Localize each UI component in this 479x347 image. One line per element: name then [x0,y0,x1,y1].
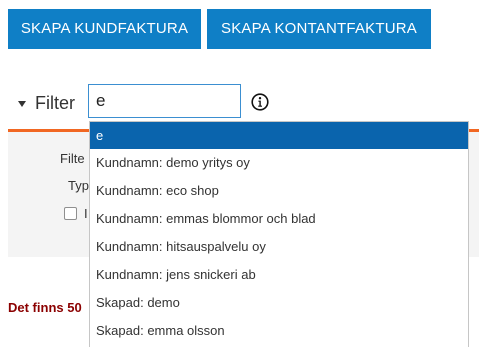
filter-search-input[interactable] [88,84,241,118]
autocomplete-item[interactable]: Kundnamn: jens snickeri ab [90,261,468,289]
autocomplete-item[interactable]: Skapad: demo [90,289,468,317]
autocomplete-item[interactable]: Kundnamn: eco shop [90,177,468,205]
filter-field-label: Filte [60,151,85,166]
info-circle-icon[interactable] [251,93,269,111]
autocomplete-item[interactable]: Kundnamn: demo yritys oy [90,149,468,177]
autocomplete-item[interactable]: Kundnamn: emmas blommor och blad [90,205,468,233]
autocomplete-item[interactable]: Skapad: emma olsson [90,317,468,345]
autocomplete-item[interactable]: e [90,122,468,149]
filter-checkbox[interactable] [64,207,77,220]
result-count: Det finns 50 [8,300,82,315]
create-cash-invoice-button[interactable]: SKAPA KONTANTFAKTURA [207,9,431,49]
autocomplete-dropdown: e Kundnamn: demo yritys oy Kundnamn: eco… [89,121,469,347]
autocomplete-item[interactable]: Kundnamn: hitsauspalvelu oy [90,233,468,261]
filter-toggle[interactable]: Filter [18,92,75,114]
create-customer-invoice-button[interactable]: SKAPA KUNDFAKTURA [8,9,201,49]
caret-down-icon [18,100,26,107]
type-field-label: Typ [68,178,89,193]
filter-toggle-label: Filter [35,92,75,113]
